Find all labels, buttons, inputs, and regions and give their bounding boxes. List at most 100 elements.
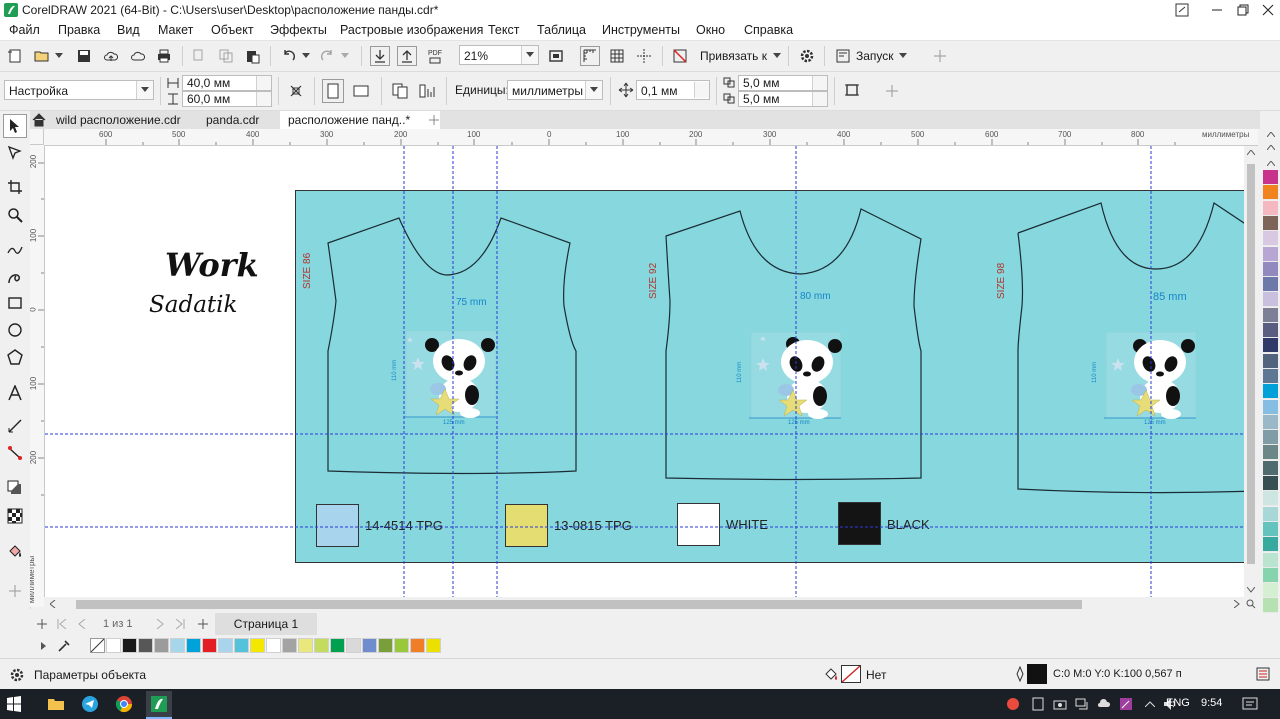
- palette-swatch[interactable]: [1263, 414, 1278, 430]
- polygon-tool-icon[interactable]: [3, 345, 27, 369]
- eyedropper-icon[interactable]: [56, 638, 72, 654]
- first-page-icon[interactable]: [54, 616, 70, 632]
- swatch-label[interactable]: WHITE: [726, 517, 768, 532]
- spinner-icon[interactable]: [256, 76, 271, 90]
- palette-swatch[interactable]: [298, 638, 313, 653]
- width-dimension[interactable]: 75 mm: [456, 297, 487, 308]
- cloud-upload-icon[interactable]: [102, 47, 120, 65]
- zoom-combo[interactable]: 21%: [459, 45, 539, 65]
- horizontal-ruler[interactable]: 600 500 400 300 200 100 0 100 200 300 40…: [44, 129, 1258, 146]
- nudge-distance-field[interactable]: 0,1 мм: [636, 80, 710, 100]
- menu-file[interactable]: Файл: [9, 23, 40, 37]
- shape-tool-icon[interactable]: [3, 141, 27, 165]
- base-dimension[interactable]: 125 mm: [443, 420, 465, 426]
- close-button[interactable]: [1256, 0, 1280, 20]
- menu-help[interactable]: Справка: [744, 23, 793, 37]
- palette-swatch[interactable]: [346, 638, 361, 653]
- scroll-left-icon[interactable]: [46, 597, 60, 611]
- width-dimension[interactable]: 80 mm: [800, 291, 831, 302]
- palette-swatch[interactable]: [362, 638, 377, 653]
- swatch-label[interactable]: BLACK: [887, 517, 930, 532]
- new-document-icon[interactable]: [6, 47, 24, 65]
- menu-table[interactable]: Таблица: [537, 23, 586, 37]
- spinner-icon[interactable]: [256, 92, 271, 106]
- base-dimension[interactable]: 125 mm: [1144, 420, 1166, 426]
- zoom-tool-icon[interactable]: [3, 203, 27, 227]
- snap-to-label[interactable]: Привязать к: [700, 49, 767, 63]
- horizontal-scroll-thumb[interactable]: [76, 600, 1082, 609]
- add-page-after-icon[interactable]: [195, 616, 211, 632]
- tray-network-icon[interactable]: [1074, 696, 1090, 712]
- height-dimension[interactable]: 110 mm: [1092, 362, 1098, 383]
- palette-swatch[interactable]: [1263, 261, 1278, 277]
- home-icon[interactable]: [30, 111, 48, 129]
- tray-pen-icon[interactable]: [1118, 696, 1134, 712]
- units-combo[interactable]: миллиметры: [507, 80, 603, 100]
- size-label[interactable]: SIZE 98: [996, 263, 1007, 299]
- ellipse-tool-icon[interactable]: [3, 318, 27, 342]
- redo-icon[interactable]: [318, 47, 336, 65]
- scroll-down-icon[interactable]: [1244, 583, 1258, 597]
- windows-start-icon[interactable]: [4, 694, 24, 714]
- launch-dropdown-icon[interactable]: [898, 51, 908, 61]
- palette-swatch[interactable]: [394, 638, 409, 653]
- preset-combo[interactable]: Настройка: [4, 80, 154, 100]
- object-properties-gear-icon[interactable]: [8, 666, 26, 684]
- ruler-origin[interactable]: [30, 129, 44, 145]
- copy-icon[interactable]: [217, 47, 235, 65]
- file-explorer-icon[interactable]: [46, 694, 66, 714]
- add-tool-icon[interactable]: [5, 581, 25, 601]
- palette-swatch[interactable]: [330, 638, 345, 653]
- page-tab[interactable]: Страница 1: [215, 613, 317, 635]
- pdf-export-icon[interactable]: PDF: [424, 46, 446, 66]
- color-swatch[interactable]: [316, 504, 359, 547]
- palette-swatch[interactable]: [1263, 506, 1278, 522]
- palette-swatch[interactable]: [378, 638, 393, 653]
- add-property-icon[interactable]: [882, 81, 902, 101]
- palette-swatch[interactable]: [410, 638, 425, 653]
- save-icon[interactable]: [75, 47, 93, 65]
- current-page-size-icon[interactable]: [416, 79, 438, 103]
- tray-cloud-icon[interactable]: [1096, 696, 1112, 712]
- menu-effects[interactable]: Эффекты: [270, 23, 327, 37]
- height-dimension[interactable]: 110 mm: [392, 360, 398, 381]
- palette-swatch[interactable]: [1263, 323, 1278, 338]
- paste-icon[interactable]: [244, 47, 262, 65]
- landscape-icon[interactable]: [349, 80, 373, 102]
- last-page-icon[interactable]: [172, 616, 188, 632]
- restore-button[interactable]: [1230, 0, 1256, 20]
- page-bounding-box-icon[interactable]: [841, 79, 863, 101]
- menu-layout[interactable]: Макет: [158, 23, 193, 37]
- palette-swatch[interactable]: [234, 638, 249, 653]
- tray-app-icon[interactable]: [1005, 696, 1021, 712]
- spinner-icon[interactable]: [812, 76, 827, 90]
- palette-swatch[interactable]: [1263, 491, 1278, 507]
- print-icon[interactable]: [155, 47, 173, 65]
- palette-swatch[interactable]: [122, 638, 137, 653]
- palette-swatch[interactable]: [266, 638, 281, 653]
- palette-swatch[interactable]: [218, 638, 233, 653]
- height-dimension[interactable]: 110 mm: [737, 362, 743, 383]
- palette-menu-icon[interactable]: [38, 639, 50, 653]
- help-window-icon[interactable]: [1174, 2, 1190, 18]
- coreldraw-taskbar-icon[interactable]: [146, 691, 172, 717]
- palette-scroll-up-icon[interactable]: [1263, 157, 1278, 169]
- chevron-down-icon[interactable]: [521, 46, 538, 64]
- menu-window[interactable]: Окно: [696, 23, 725, 37]
- add-page-before-icon[interactable]: [34, 616, 50, 632]
- menu-edit[interactable]: Правка: [58, 23, 100, 37]
- palette-swatch[interactable]: [314, 638, 329, 653]
- open-folder-icon[interactable]: [32, 47, 52, 65]
- drawing-canvas[interactable]: Work Sadatik SIZE 86 SIZE 92 SIZE 98 75 …: [45, 146, 1244, 597]
- menu-text[interactable]: Текст: [488, 23, 519, 37]
- keyboard-language[interactable]: ENG: [1166, 697, 1190, 709]
- palette-scroll-up-icon[interactable]: [1263, 141, 1278, 153]
- swatch-label[interactable]: 13-0815 TPG: [554, 518, 632, 533]
- palette-swatch[interactable]: [1263, 476, 1278, 491]
- palette-swatch[interactable]: [1263, 338, 1278, 354]
- signature-work[interactable]: Work: [165, 246, 259, 284]
- launch-icon[interactable]: [834, 46, 852, 66]
- clock-time[interactable]: 9:54: [1201, 697, 1222, 709]
- palette-swatch[interactable]: [1263, 567, 1278, 583]
- spinner-icon[interactable]: [694, 82, 709, 98]
